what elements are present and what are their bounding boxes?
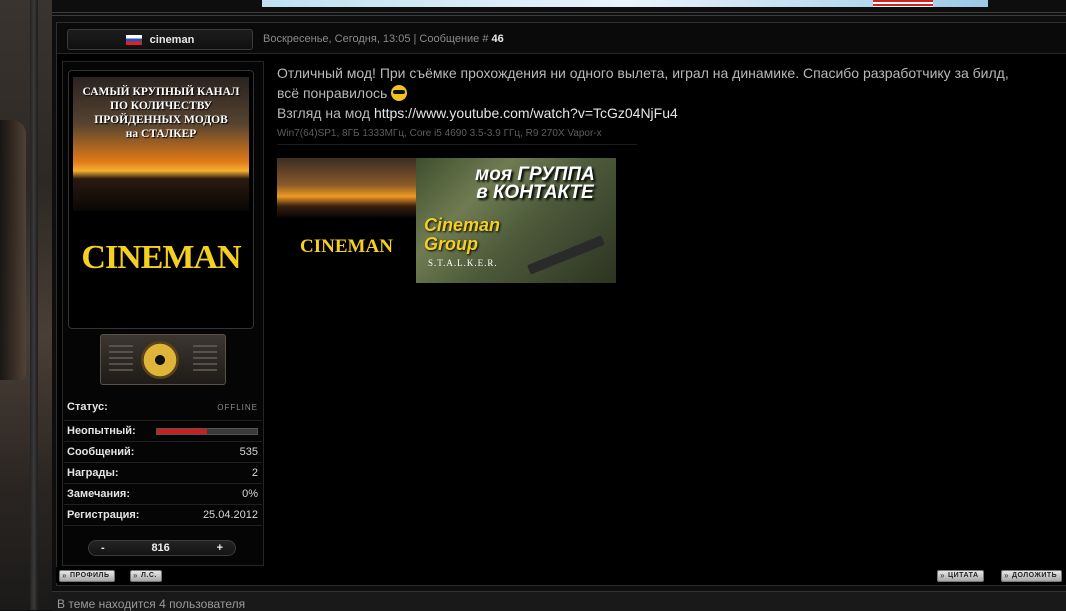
message-text: Взгляд на мод — [277, 105, 374, 121]
warnings-row: Замечания: 0% — [64, 484, 262, 505]
radiation-icon — [141, 341, 179, 379]
badge-decoration — [193, 345, 217, 375]
avatar-caption: САМЫЙ КРУПНЫЙ КАНАЛ ПО КОЛИЧЕСТВУ ПРОЙДЕ… — [69, 85, 253, 141]
badge-decoration — [109, 345, 133, 375]
warnings-value: 0% — [242, 488, 258, 500]
awards-value[interactable]: 2 — [252, 467, 258, 479]
rank-badge — [100, 334, 226, 385]
avatar-caption-line: ПРОЙДЕННЫХ МОДОВ — [94, 114, 228, 126]
warnings-label: Замечания: — [67, 488, 130, 500]
message-line: Отличный мод! При съёмке прохождения ни … — [277, 65, 1009, 81]
avatar-name: CINEMAN — [81, 239, 241, 276]
weapon-image — [527, 235, 605, 275]
forum-post: cineman Воскресенье, Сегодня, 13:05 | Со… — [56, 22, 1066, 586]
posts-label: Сообщений: — [67, 446, 135, 458]
post-number[interactable]: 46 — [492, 33, 504, 45]
russia-flag-icon — [125, 34, 142, 45]
reputation-minus-button[interactable]: - — [101, 542, 105, 554]
awards-label: Награды: — [67, 467, 119, 479]
reputation-plus-button[interactable]: + — [217, 542, 223, 554]
vk-title-line: в КОНТАКТЕ — [476, 182, 594, 203]
group-name-line: Cineman — [424, 215, 501, 235]
author-nick-box[interactable]: cineman — [67, 29, 253, 50]
quote-button[interactable]: ЦИТАТА — [937, 570, 984, 582]
signature-sunset — [277, 158, 416, 218]
status-value: OFFLINE — [217, 402, 258, 412]
group-name-line: Group — [424, 234, 478, 254]
background-decoration — [0, 0, 52, 610]
post-actions-bar: ПРОФИЛЬ Л.С. ЦИТАТА ДОЛОЖИТЬ — [56, 567, 1066, 583]
rank-progress-bar — [156, 427, 258, 435]
topic-users-text: В теме находится 4 пользователя — [57, 597, 246, 611]
user-stats: Статус: OFFLINE Неопытный: Сообщений: 53… — [64, 394, 262, 526]
user-sidebar: САМЫЙ КРУПНЫЙ КАНАЛ ПО КОЛИЧЕСТВУ ПРОЙДЕ… — [62, 61, 264, 566]
vk-group-banner[interactable]: моя ГРУППА в КОНТАКТЕ Cineman Group S.T.… — [416, 158, 616, 283]
status-label: Статус: — [67, 401, 108, 413]
rank-progress-fill — [157, 428, 207, 434]
avatar-caption-line: ПО КОЛИЧЕСТВУ — [110, 100, 212, 112]
divider — [52, 12, 1066, 13]
post-message: Отличный мод! При съёмке прохождения ни … — [277, 63, 1066, 123]
message-text: всё понравилось — [277, 85, 388, 101]
divider — [52, 15, 1066, 16]
signature-name: CINEMAN — [300, 236, 393, 257]
reputation-value[interactable]: 816 — [151, 542, 169, 554]
avatar-caption-line: на СТАЛКЕР — [125, 128, 197, 140]
rank-label: Неопытный: — [67, 425, 136, 437]
posts-row: Сообщений: 535 — [64, 442, 262, 463]
awards-row: Награды: 2 — [64, 463, 262, 484]
message-line: Взгляд на мод https://www.youtube.com/wa… — [277, 103, 1066, 123]
rank-row: Неопытный: — [64, 421, 262, 442]
signature-banner[interactable]: CINEMAN моя ГРУППА в КОНТАКТЕ Cineman Gr… — [277, 158, 616, 283]
post-date: Воскресенье, Сегодня, 13:05 | Сообщение … — [263, 33, 489, 45]
reputation-widget: - 816 + — [88, 540, 236, 556]
banner-flag — [873, 0, 933, 7]
status-row: Статус: OFFLINE — [64, 394, 262, 421]
pm-button[interactable]: Л.С. — [130, 570, 162, 582]
game-name: S.T.A.L.K.E.R. — [428, 258, 498, 268]
report-button[interactable]: ДОЛОЖИТЬ — [1001, 570, 1063, 582]
profile-button[interactable]: ПРОФИЛЬ — [59, 570, 115, 582]
signature-banner-left: CINEMAN — [277, 158, 416, 283]
post-meta: Воскресенье, Сегодня, 13:05 | Сообщение … — [263, 33, 504, 45]
avatar-caption-line: САМЫЙ КРУПНЫЙ КАНАЛ — [82, 86, 240, 98]
registration-value: 25.04.2012 — [202, 509, 258, 521]
background-figure — [0, 120, 26, 380]
background-pole — [30, 0, 38, 610]
cool-smiley-icon — [391, 85, 408, 101]
post-content: Отличный мод! При съёмке прохождения ни … — [277, 63, 1066, 283]
post-header: cineman Воскресенье, Сегодня, 13:05 | Со… — [57, 23, 1066, 54]
youtube-link[interactable]: https://www.youtube.com/watch?v=TcGz04Nj… — [374, 105, 678, 121]
posts-value: 535 — [239, 446, 258, 458]
author-name[interactable]: cineman — [150, 34, 195, 46]
avatar: САМЫЙ КРУПНЫЙ КАНАЛ ПО КОЛИЧЕСТВУ ПРОЙДЕ… — [68, 70, 254, 329]
registration-label: Регистрация: — [67, 509, 140, 521]
top-banner[interactable] — [262, 0, 988, 7]
message-line: всё понравилось — [277, 83, 1066, 103]
topic-users-bar: В теме находится 4 пользователя — [52, 591, 1066, 611]
signature-specs: Win7(64)SP1, 8ГБ 1333МГц, Core i5 4690 3… — [277, 128, 637, 145]
vk-group-title: моя ГРУППА в КОНТАКТЕ — [460, 165, 610, 203]
group-name: Cineman Group — [424, 216, 500, 254]
registration-row: Регистрация: 25.04.2012 — [64, 505, 262, 526]
